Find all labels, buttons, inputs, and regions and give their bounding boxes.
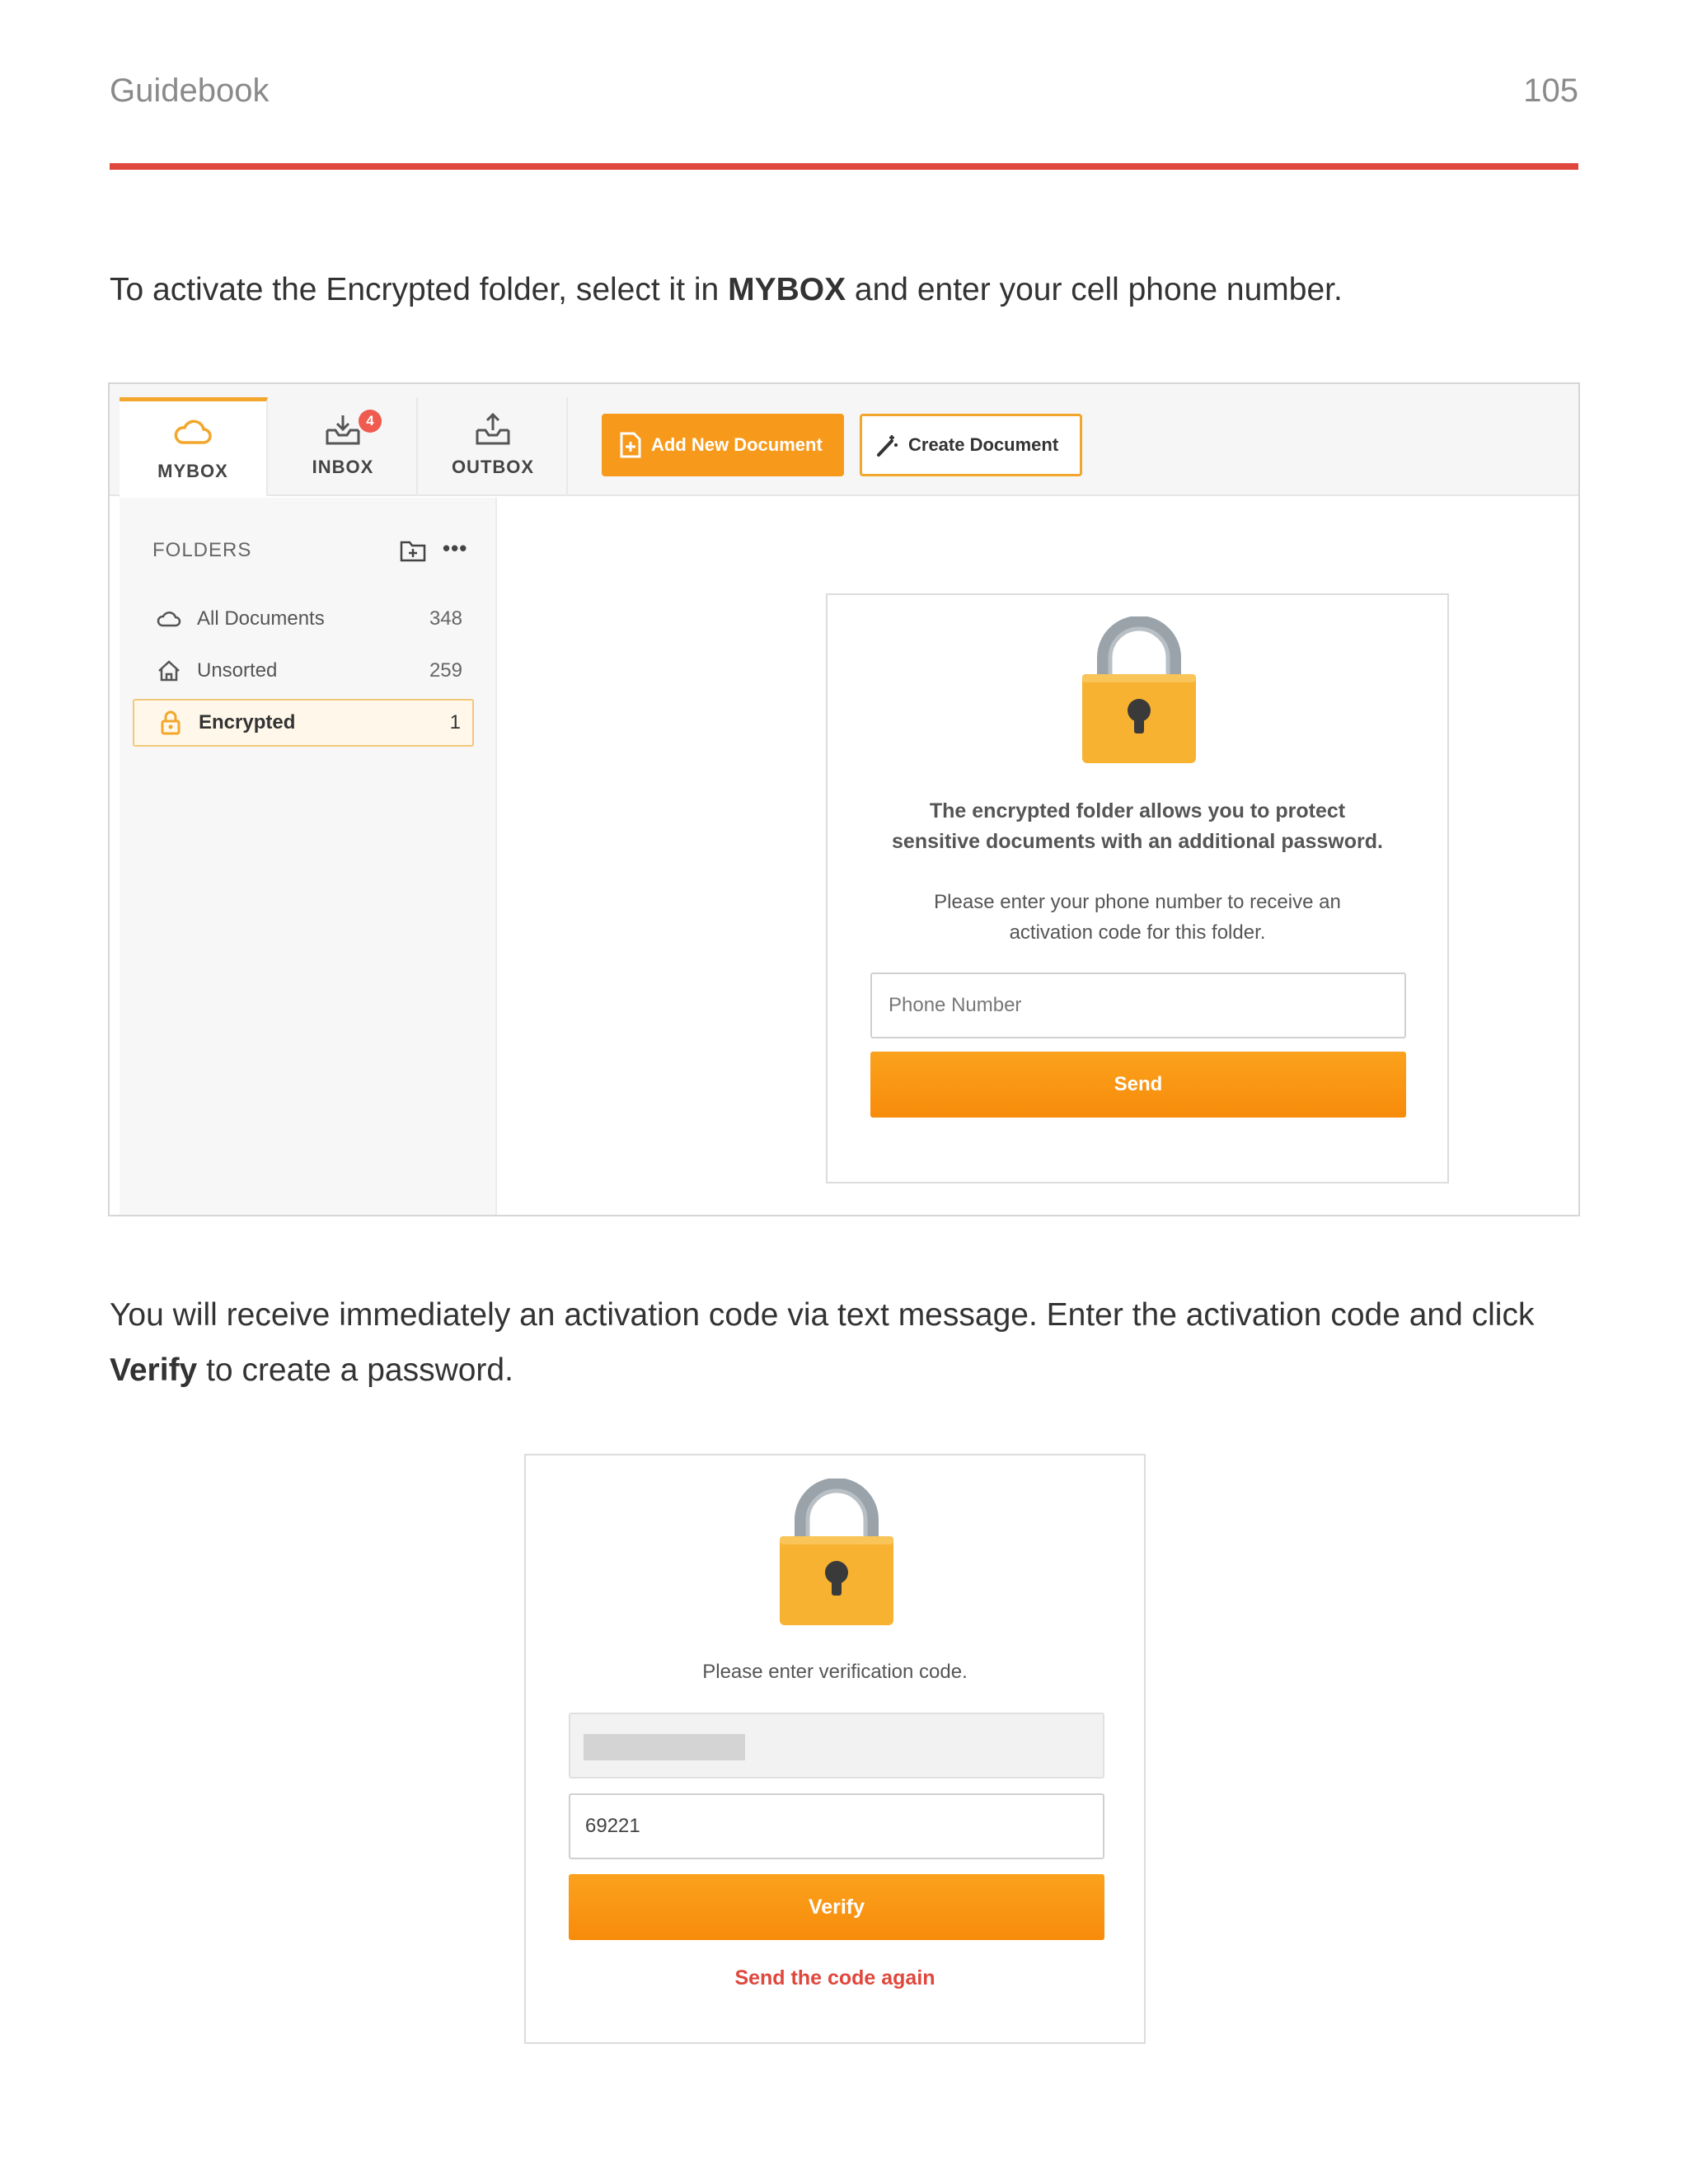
verify-button[interactable]: Verify (569, 1874, 1104, 1940)
folder-item-unsorted[interactable]: Unsorted 259 (133, 647, 474, 695)
instruction-paragraph-2: You will receive immediately an activati… (110, 1297, 1535, 1388)
phone-instruction-line-2: activation code for this folder. (1009, 921, 1266, 944)
cloud-icon (148, 609, 190, 629)
verification-code-card: Please enter verification code. Verify S… (524, 1454, 1146, 2044)
folder-item-encrypted[interactable]: Encrypted 1 (133, 699, 474, 747)
add-new-document-button[interactable]: Add New Document (602, 414, 844, 476)
folders-sidebar: FOLDERS ••• All Documents 348 Unsorted 2… (120, 498, 497, 1215)
phone-instruction-line-1: Please enter your phone number to receiv… (934, 891, 1341, 913)
create-document-button[interactable]: Create Document (860, 414, 1082, 476)
tab-label: OUTBOX (451, 457, 535, 477)
top-toolbar: MYBOX 4 INBOX OUTBOX Add New Document Cr… (110, 384, 1578, 496)
tab-outbox[interactable]: OUTBOX (420, 397, 568, 496)
more-options-icon[interactable]: ••• (443, 536, 467, 561)
folders-title: FOLDERS (152, 539, 252, 561)
folder-count: 348 (429, 607, 462, 630)
inbox-count-badge: 4 (359, 410, 382, 433)
tab-label: MYBOX (157, 461, 228, 481)
encrypted-folder-activation-card: The encrypted folder allows you to prote… (826, 593, 1449, 1183)
home-icon (148, 659, 190, 682)
add-document-icon (620, 432, 641, 458)
page-number: 105 (1523, 73, 1578, 109)
padlock-icon (778, 1478, 895, 1631)
encrypted-description-line-1: The encrypted folder allows you to prote… (929, 799, 1346, 823)
redacted-phone-number (584, 1734, 745, 1760)
phone-number-input[interactable] (870, 972, 1406, 1038)
encrypted-description-line-2: sensitive documents with an additional p… (892, 830, 1383, 853)
page-header-title: Guidebook (110, 73, 270, 109)
resend-code-link[interactable]: Send the code again (526, 1966, 1144, 1990)
magic-wand-icon (877, 435, 898, 457)
app-screenshot-mybox: MYBOX 4 INBOX OUTBOX Add New Document Cr… (108, 382, 1580, 1216)
folder-count: 1 (449, 711, 461, 733)
add-folder-icon[interactable] (400, 539, 426, 566)
header-rule (110, 163, 1578, 170)
cloud-icon (120, 416, 266, 456)
folder-item-all-documents[interactable]: All Documents 348 (133, 595, 474, 643)
tab-mybox[interactable]: MYBOX (120, 397, 268, 496)
inbox-download-icon (270, 412, 416, 452)
folder-count: 259 (429, 659, 462, 682)
lock-icon (149, 710, 192, 735)
tab-label: INBOX (312, 457, 374, 477)
send-button[interactable]: Send (870, 1052, 1406, 1118)
folder-name: Unsorted (197, 659, 278, 682)
folder-name: All Documents (197, 607, 325, 630)
outbox-upload-icon (420, 412, 566, 452)
masked-phone-number-field (569, 1713, 1104, 1779)
tab-inbox[interactable]: 4 INBOX (270, 397, 418, 496)
padlock-icon (1081, 616, 1198, 769)
verification-prompt: Please enter verification code. (702, 1661, 968, 1683)
verification-code-input[interactable] (569, 1793, 1104, 1859)
add-new-document-label: Add New Document (651, 434, 823, 455)
folder-name: Encrypted (199, 711, 296, 733)
instruction-paragraph-1: To activate the Encrypted folder, select… (110, 272, 1343, 307)
create-document-label: Create Document (908, 434, 1059, 455)
